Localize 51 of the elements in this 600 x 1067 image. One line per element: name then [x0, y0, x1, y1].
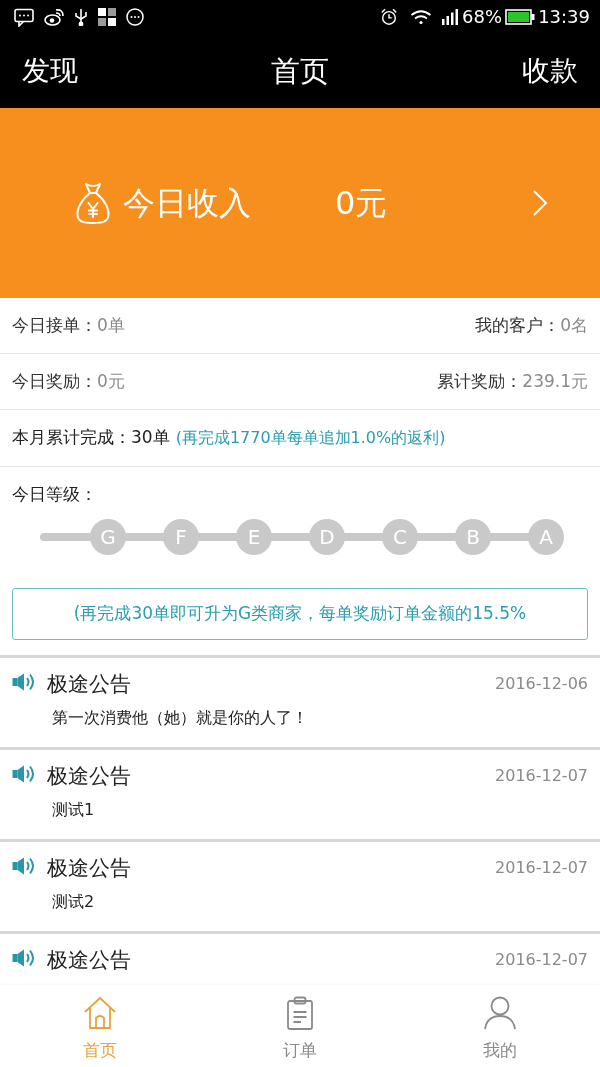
more-dots-icon: [126, 8, 144, 26]
home-icon: [82, 995, 118, 1031]
collect-payment-button[interactable]: 收款: [522, 57, 578, 85]
alarm-clock-icon: [380, 8, 399, 26]
battery-icon: [505, 9, 536, 25]
speaker-icon: [12, 856, 36, 876]
stat-label: 累计奖励：: [437, 369, 523, 393]
battery-percent: 68%: [462, 8, 503, 26]
monthly-completed: 本月累计完成：30单: [12, 426, 170, 450]
rebate-hint: (再完成1770单每单追加1.0%的返利): [175, 427, 446, 449]
announcement-date: 2016-12-07: [495, 857, 588, 879]
page-title: 首页: [271, 56, 329, 86]
tab-bar-item[interactable]: 我的: [400, 985, 600, 1067]
income-banner[interactable]: 今日收入 0元: [0, 108, 600, 298]
income-label: 今日收入: [123, 187, 251, 219]
tab-bar-item[interactable]: 订单: [200, 985, 400, 1067]
chat-bubble-icon: [14, 7, 34, 27]
income-amount: 0元: [335, 187, 388, 219]
announcement-title: 极途公告: [47, 671, 131, 698]
announcement-title: 极途公告: [47, 855, 131, 882]
speaker-icon: [12, 764, 36, 784]
announcement-date: 2016-12-07: [495, 765, 588, 787]
speaker-icon: [12, 672, 36, 692]
announcement-title: 极途公告: [47, 947, 131, 974]
wifi-icon: [410, 9, 433, 25]
stat-label: 今日奖励：: [12, 369, 97, 393]
clock-time: 13:39: [538, 8, 590, 26]
stat-label: 我的客户：: [475, 313, 561, 337]
level-label: 今日等级：: [11, 483, 98, 505]
discover-tab[interactable]: 发现: [22, 57, 78, 85]
chevron-right-icon: [532, 189, 548, 217]
grid-icon: [98, 8, 116, 26]
stat-value: 0单: [97, 313, 125, 337]
signal-icon: [442, 9, 459, 25]
speaker-icon: [12, 948, 36, 968]
stat-label: 今日接单：: [12, 313, 97, 337]
usb-icon: [74, 8, 88, 26]
announcement-date: 2016-12-07: [495, 949, 588, 971]
money-bag-icon: [75, 182, 111, 224]
tab-bar-item[interactable]: 首页: [0, 985, 200, 1067]
announcement-title: 极途公告: [47, 763, 131, 790]
stat-value: 0名: [560, 313, 588, 337]
stat-value: 0元: [97, 369, 125, 393]
eye-icon: [44, 8, 64, 26]
stat-value: 239.1元: [522, 369, 588, 393]
upgrade-notice: (再完成30单即可升为G类商家，每单奖励订单金额的15.5%: [12, 588, 588, 640]
announcement-date: 2016-12-06: [495, 673, 588, 695]
announcement-text: 测试1: [52, 800, 95, 819]
announcement-text: 测试2: [52, 892, 95, 911]
person-icon: [482, 995, 518, 1031]
announcement-text: 第一次消费他（她）就是你的人了！: [52, 708, 308, 727]
